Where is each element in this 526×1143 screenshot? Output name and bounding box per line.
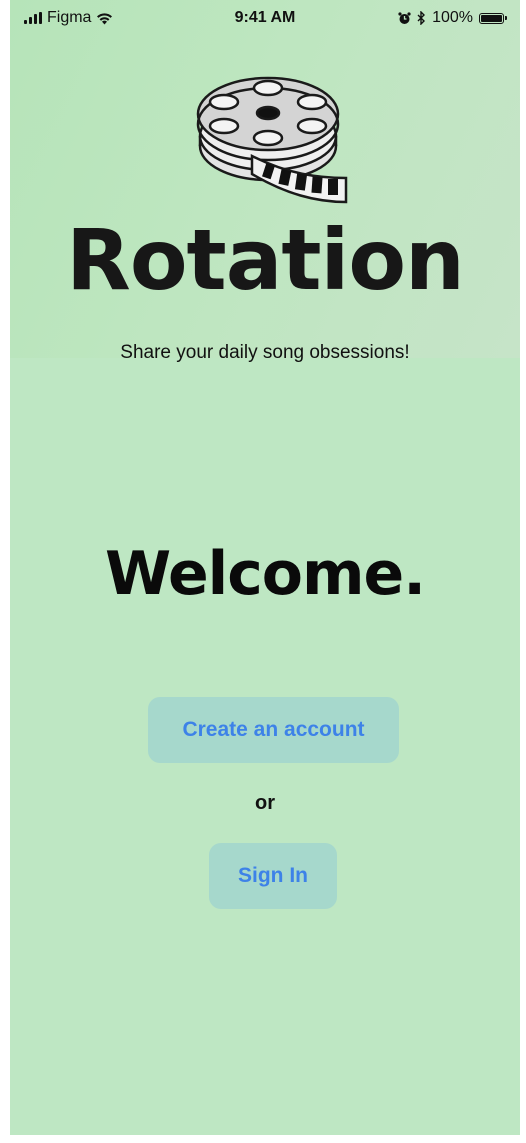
app-tagline: Share your daily song obsessions! <box>120 342 410 363</box>
bluetooth-icon <box>417 11 426 25</box>
status-right: 100% <box>398 9 507 27</box>
alarm-icon <box>398 11 411 24</box>
app-title: Rotation <box>66 211 465 309</box>
film-reel-logo-icon <box>196 76 348 204</box>
welcome-screen: Figma 9:41 AM 100% Rotation Share your d… <box>10 0 520 1135</box>
create-account-button[interactable]: Create an account <box>148 697 399 763</box>
status-bar: Figma 9:41 AM 100% <box>10 0 520 38</box>
battery-percent: 100% <box>432 9 473 26</box>
welcome-heading: Welcome. <box>104 539 426 609</box>
or-divider-text: or <box>255 792 275 814</box>
sign-in-button[interactable]: Sign In <box>209 843 337 909</box>
battery-icon <box>479 12 507 24</box>
